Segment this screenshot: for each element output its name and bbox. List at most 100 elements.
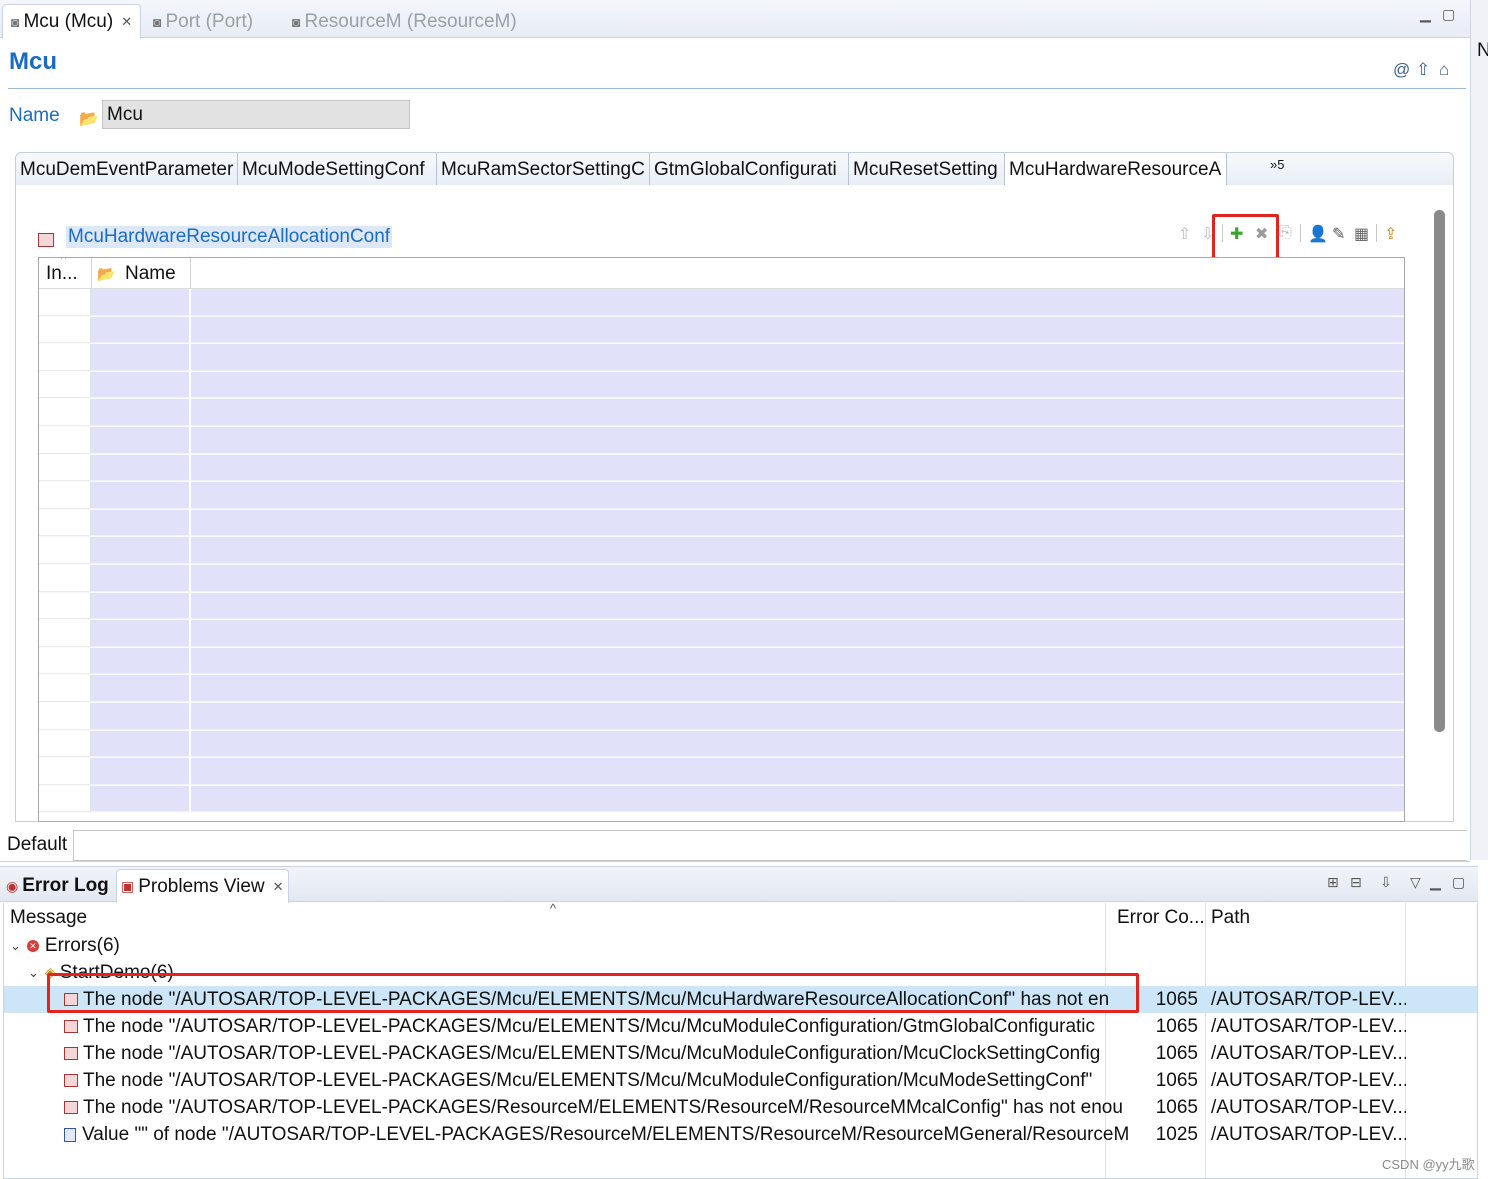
move-down-icon[interactable]: ⇩ — [1201, 224, 1214, 244]
problem-row[interactable]: The node "/AUTOSAR/TOP-LEVEL-PACKAGES/Mc… — [4, 1067, 1477, 1094]
table-row[interactable] — [39, 509, 1404, 538]
table-row[interactable] — [39, 371, 1404, 400]
chevron-down-icon[interactable]: ⌄ — [10, 938, 21, 954]
table-row[interactable] — [39, 482, 1404, 510]
tab-mcu-mode-setting-conf[interactable]: McuModeSettingConf — [238, 153, 437, 186]
table-row[interactable] — [39, 399, 1404, 427]
minimize-icon[interactable]: ▁ — [1420, 6, 1431, 23]
folder-icon: 📂 — [79, 111, 99, 128]
view-tab-problems[interactable]: ▣ Problems View ✕ — [116, 869, 289, 903]
table-row[interactable] — [39, 730, 1404, 759]
column-header-path[interactable]: Path — [1205, 903, 1250, 933]
index-cell — [39, 647, 91, 675]
toolbar-separator — [1300, 224, 1301, 242]
problem-path: /AUTOSAR/TOP-LEV... — [1211, 1015, 1406, 1037]
name-label[interactable]: Name — [9, 105, 60, 127]
vertical-scrollbar[interactable] — [1434, 210, 1445, 732]
edit-icon[interactable]: ✎ — [1332, 224, 1345, 244]
node-error-icon — [64, 1047, 78, 1060]
problem-row[interactable]: Value "" of node "/AUTOSAR/TOP-LEVEL-PAC… — [4, 1121, 1477, 1148]
up-arrow-icon[interactable]: ⇧ — [1416, 60, 1430, 80]
table-row[interactable] — [39, 454, 1404, 483]
column-header-message[interactable]: Message — [4, 903, 87, 933]
name-cell — [91, 509, 190, 537]
table-row[interactable] — [39, 344, 1404, 372]
table-row[interactable] — [39, 316, 1404, 345]
empty-cell — [191, 537, 1404, 564]
table-edit-icon[interactable]: ▦ — [1354, 224, 1369, 244]
index-cell — [39, 564, 91, 592]
user-icon[interactable]: 👤 — [1308, 224, 1328, 244]
problem-row[interactable]: The node "/AUTOSAR/TOP-LEVEL-PACKAGES/Mc… — [4, 1013, 1477, 1040]
name-cell — [91, 426, 190, 454]
link-icon[interactable]: @ — [1393, 60, 1410, 80]
problem-error-code: 1065 — [1155, 1069, 1198, 1091]
table-row[interactable] — [39, 289, 1404, 317]
problem-error-code: 1065 — [1155, 1096, 1198, 1118]
tab-mcu-dem-event-parameter[interactable]: McuDemEventParameter — [16, 153, 238, 186]
table-row[interactable] — [39, 675, 1404, 703]
close-icon[interactable]: ✕ — [121, 14, 132, 30]
name-cell — [91, 785, 190, 813]
editor-bottom-divider — [0, 861, 1470, 862]
copy-icon[interactable]: ⎘ — [1279, 224, 1292, 242]
problem-row[interactable]: The node "/AUTOSAR/TOP-LEVEL-PACKAGES/Mc… — [4, 1040, 1477, 1067]
add-icon[interactable]: ✚ — [1230, 224, 1243, 244]
table-row[interactable] — [39, 537, 1404, 565]
editor-tab-mcu[interactable]: ◙ Mcu (Mcu) ✕ — [2, 4, 142, 39]
editor-tab-resourcem[interactable]: ◙ ResourceM (ResourceM) — [284, 5, 525, 38]
index-cell — [39, 620, 91, 647]
editor-tab-port[interactable]: ◙ Port (Port) — [145, 5, 261, 38]
column-header-error-code[interactable]: Error Co... — [1111, 903, 1205, 933]
delete-icon[interactable]: ✖ — [1255, 224, 1268, 244]
problem-error-code: 1065 — [1155, 1015, 1198, 1037]
tree-row-errors[interactable]: ⌄ ✕ Errors(6) — [4, 932, 1477, 959]
empty-cell — [191, 344, 1404, 371]
table-row[interactable] — [39, 426, 1404, 455]
section-title[interactable]: McuHardwareResourceAllocationConf — [66, 226, 393, 248]
import-icon[interactable]: ⇪ — [1384, 224, 1397, 244]
problem-message: The node "/AUTOSAR/TOP-LEVEL-PACKAGES/Mc… — [83, 1015, 1096, 1037]
tab-mcu-ram-sector-setting[interactable]: McuRamSectorSettingC — [437, 153, 650, 186]
problem-row[interactable]: The node "/AUTOSAR/TOP-LEVEL-PACKAGES/Re… — [4, 1094, 1477, 1121]
maximize-icon[interactable]: ▢ — [1452, 874, 1465, 891]
table-row[interactable] — [39, 785, 1404, 814]
project-label: StartDemo(6) — [59, 961, 174, 983]
collapse-all-icon[interactable]: ⊟ — [1350, 874, 1362, 891]
close-icon[interactable]: ✕ — [273, 879, 284, 895]
container-tab-strip: McuDemEventParameter McuModeSettingConf … — [15, 152, 1454, 187]
expand-all-icon[interactable]: ⊞ — [1327, 874, 1339, 891]
move-up-icon[interactable]: ⇧ — [1178, 224, 1191, 244]
index-cell — [39, 289, 91, 316]
container-table[interactable]: In... ^ 📂 Name — [38, 257, 1405, 822]
view-tab-error-log[interactable]: ◉ Error Log — [2, 869, 113, 903]
tab-gtm-global-configuration[interactable]: GtmGlobalConfigurati — [650, 153, 849, 186]
filter-icon[interactable]: ⇩ — [1380, 874, 1392, 891]
minimize-icon[interactable]: ▁ — [1430, 874, 1441, 891]
table-row[interactable] — [39, 702, 1404, 731]
problem-row[interactable]: The node "/AUTOSAR/TOP-LEVEL-PACKAGES/Mc… — [4, 986, 1477, 1013]
table-row[interactable] — [39, 758, 1404, 786]
chevron-down-icon[interactable]: ⌄ — [28, 965, 39, 981]
empty-cell — [191, 592, 1404, 620]
index-cell — [39, 454, 91, 482]
problem-path: /AUTOSAR/TOP-LEV... — [1211, 1042, 1406, 1064]
table-row[interactable] — [39, 564, 1404, 593]
column-header-name[interactable]: Name — [125, 258, 176, 289]
more-tabs-chevron[interactable]: »5 — [1270, 157, 1284, 172]
empty-cell — [191, 564, 1404, 592]
table-row[interactable] — [39, 647, 1404, 676]
table-row[interactable] — [39, 620, 1404, 648]
name-field[interactable] — [102, 100, 410, 129]
tab-mcu-hardware-resource[interactable]: McuHardwareResourceA — [1005, 153, 1227, 187]
editor-tab-strip: ◙ Mcu (Mcu) ✕ ◙ Port (Port) ◙ ResourceM … — [0, 0, 1470, 39]
problems-table[interactable]: Message ^ Error Co... Path ⌄ ✕ Errors(6)… — [3, 903, 1478, 1179]
name-cell — [91, 537, 190, 564]
variant-field[interactable] — [73, 830, 1467, 861]
maximize-icon[interactable]: ▢ — [1442, 6, 1455, 23]
tree-row-project[interactable]: ⌄ ◈ StartDemo(6) — [4, 959, 1477, 986]
table-row[interactable] — [39, 592, 1404, 621]
tab-mcu-reset-setting[interactable]: McuResetSetting — [849, 153, 1005, 186]
home-icon[interactable]: ⌂ — [1439, 60, 1449, 80]
view-menu-icon[interactable]: ▽ — [1410, 874, 1421, 891]
